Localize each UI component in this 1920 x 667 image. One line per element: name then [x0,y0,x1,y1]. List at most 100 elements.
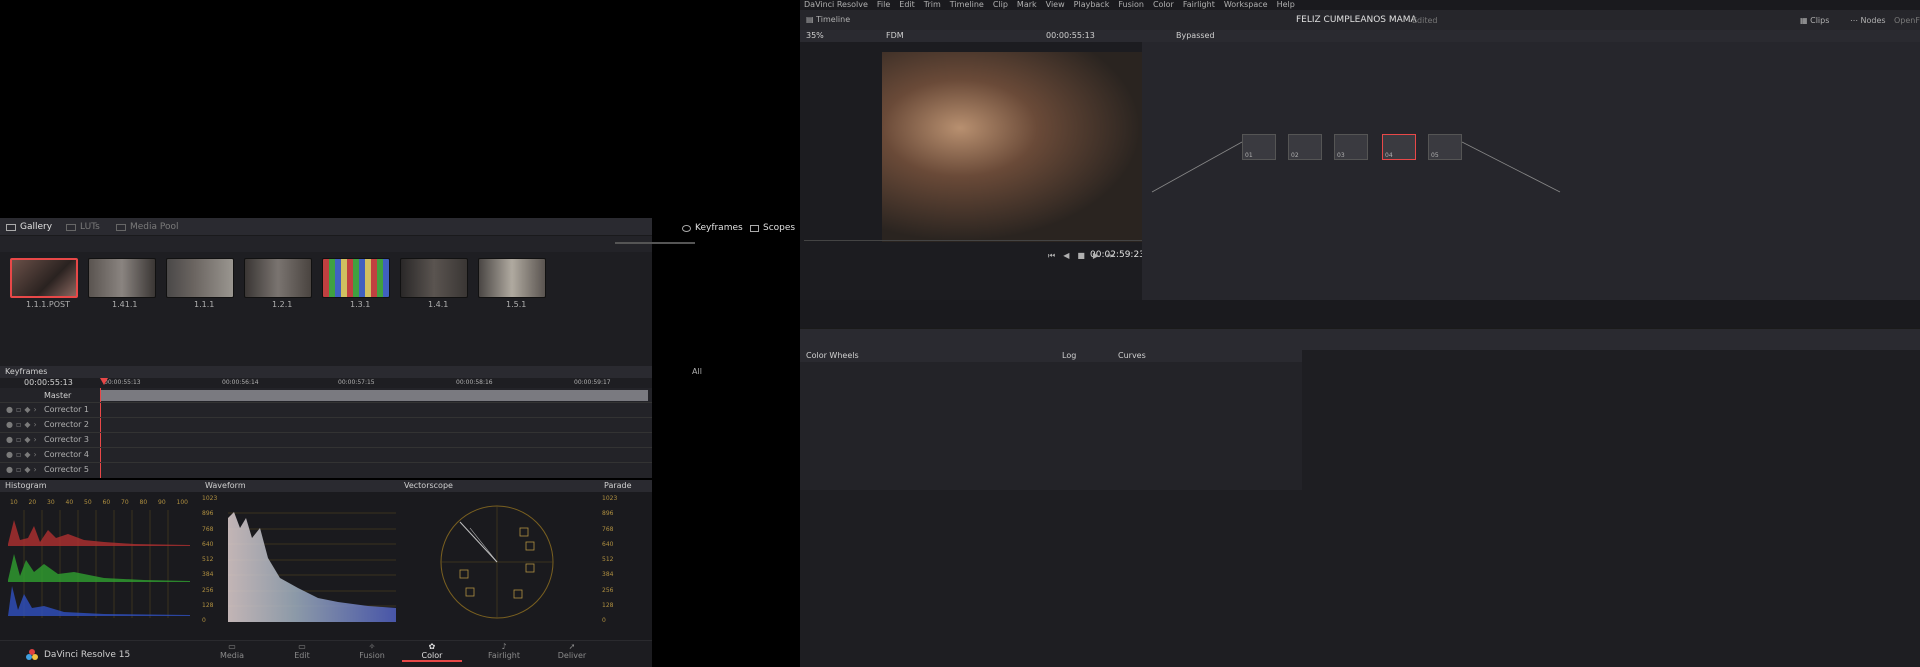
histogram-title[interactable]: Histogram [5,482,47,490]
menu-item[interactable]: Playback [1074,0,1110,10]
clip-name[interactable]: FDM [886,32,904,40]
node-mode[interactable]: Bypassed [1176,32,1215,40]
gallery-header: Gallery LUTs Media Pool [0,218,652,236]
menu-item[interactable]: File [877,0,890,10]
node[interactable]: 03 [1334,134,1368,160]
node-selected[interactable]: 04 [1382,134,1416,160]
still-size-slider[interactable] [615,242,695,244]
viewer-toolbar: 35% FDM 00:00:55:13 [800,30,1142,42]
still-label: 1.1.1.POST [26,300,70,309]
menu-item[interactable]: Mark [1017,0,1037,10]
page-fairlight[interactable]: ♪ Fairlight [484,642,524,660]
openfx-toggle[interactable]: OpenFX [1894,17,1920,25]
row-controls-icon[interactable]: ●▫◆› [6,436,40,444]
timeline-icon: ▤ [806,15,817,24]
wheels-mode[interactable]: Log [1062,352,1076,360]
playhead-marker[interactable] [100,378,108,385]
luts-icon [66,224,76,231]
clips-toggle[interactable]: ▦ Clips [1800,17,1829,25]
page-media[interactable]: ▭ Media [212,642,252,660]
viewer-scrubber[interactable] [804,240,1142,241]
curves-panel: Curves [1112,350,1302,490]
fusion-icon: ✧ [368,642,376,651]
keyframes-icon [682,225,691,232]
deliver-icon: ➚ [568,642,576,651]
still-thumbnail[interactable] [478,258,546,298]
node[interactable]: 02 [1288,134,1322,160]
transport-controls[interactable]: ⏮◀■▶⏭ [1048,252,1122,260]
ruler-tick: 00:00:56:14 [222,379,259,386]
still-thumbnail[interactable] [88,258,156,298]
nodes-icon: ⋯ [1850,16,1861,25]
row-controls-icon[interactable]: ●▫◆› [6,451,40,459]
keyframes-title: Keyframes [5,367,48,376]
app-name: DaVinci Resolve 15 [44,650,131,660]
edited-status: Edited [1412,16,1438,25]
tab-media-pool[interactable]: Media Pool [116,223,179,232]
still-thumbnail[interactable] [244,258,312,298]
page-color[interactable]: ✿ Color [402,642,462,662]
still-thumbnail[interactable] [166,258,234,298]
scopes-icon [750,225,759,232]
still-thumbnail[interactable] [10,258,78,298]
menu-item[interactable]: Color [1153,0,1174,10]
node[interactable]: 05 [1428,134,1462,160]
gallery-toolbar [0,236,695,252]
tab-scopes[interactable]: Scopes [750,224,795,233]
resolve-logo-icon [26,649,38,661]
node-graph: 01 02 03 04 05 [1142,42,1920,300]
waveform-title[interactable]: Waveform [205,482,246,490]
still-thumbnail[interactable] [400,258,468,298]
viewer-timecode: 00:00:55:13 [1046,31,1095,40]
keyframes-ruler: 00:00:55:13 00:00:55:13 00:00:56:14 00:0… [0,378,652,388]
still-label: 1.41.1 [112,300,138,309]
node-toolbar: Bypassed [1142,30,1920,42]
left-page-tabs: ▭ Media ▭ Edit ✧ Fusion ✿ Color ♪ Fairlight ➚… [212,642,592,666]
parade-title[interactable]: Parade [604,482,632,490]
gallery-icon [6,224,16,231]
tab-luts[interactable]: LUTs [66,223,100,232]
nodes-toggle[interactable]: ⋯ Nodes [1850,17,1886,25]
menu-item[interactable]: Workspace [1224,0,1268,10]
color-wheels-title: Color Wheels [806,351,859,360]
menu-item[interactable]: Timeline [950,0,984,10]
histogram-graph [8,510,190,618]
menu-item[interactable]: Fairlight [1183,0,1215,10]
still-thumbnail[interactable] [322,258,390,298]
tab-keyframes[interactable]: Keyframes [682,224,743,233]
menu-item[interactable]: View [1046,0,1065,10]
node[interactable]: 01 [1242,134,1276,160]
stills-grid: 1.1.1.POST 1.41.1 1.1.1 1.2.1 1.3.1 1.4.… [0,252,652,372]
edit-icon: ▭ [298,642,306,651]
still-label: 1.4.1 [428,300,449,309]
clips-icon: ▦ [1800,16,1811,25]
ruler-tick: 00:00:58:16 [456,379,493,386]
page-deliver[interactable]: ➚ Deliver [552,642,592,660]
clips-strip [800,300,1920,328]
row-controls-icon[interactable]: ●▫◆› [6,421,40,429]
keyframe-row-label: Corrector 5 [44,465,90,474]
timeline-toggle[interactable]: ▤ Timeline [806,16,850,24]
project-title: FELIZ CUMPLEANOS MAMA [1296,15,1417,25]
menu-item[interactable]: DaVinci Resolve [804,0,868,10]
menu-item[interactable]: Clip [993,0,1008,10]
viewer-image[interactable] [882,52,1142,242]
keyframe-row-label: Master [44,391,72,400]
media-pool-icon [116,224,126,231]
fairlight-icon: ♪ [501,642,507,651]
menu-item[interactable]: Fusion [1118,0,1144,10]
page-fusion[interactable]: ✧ Fusion [352,642,392,660]
tab-gallery[interactable]: Gallery [6,223,52,232]
parade-scope: 1023 896 768 640 512 384 256 128 0 [602,495,618,624]
menu-item[interactable]: Edit [899,0,915,10]
row-controls-icon[interactable]: ●▫◆› [6,466,40,474]
page-edit[interactable]: ▭ Edit [282,642,322,660]
row-controls-icon[interactable]: ●▫◆› [6,406,40,414]
menu-item[interactable]: Help [1277,0,1295,10]
keyframes-filter[interactable]: All [692,368,702,376]
vectorscope-title[interactable]: Vectorscope [404,482,453,490]
media-icon: ▭ [228,642,236,651]
menu-item[interactable]: Trim [924,0,941,10]
zoom-level[interactable]: 35% [806,32,824,40]
menu-bar: DaVinci Resolve File Edit Trim Timeline … [800,0,1920,10]
